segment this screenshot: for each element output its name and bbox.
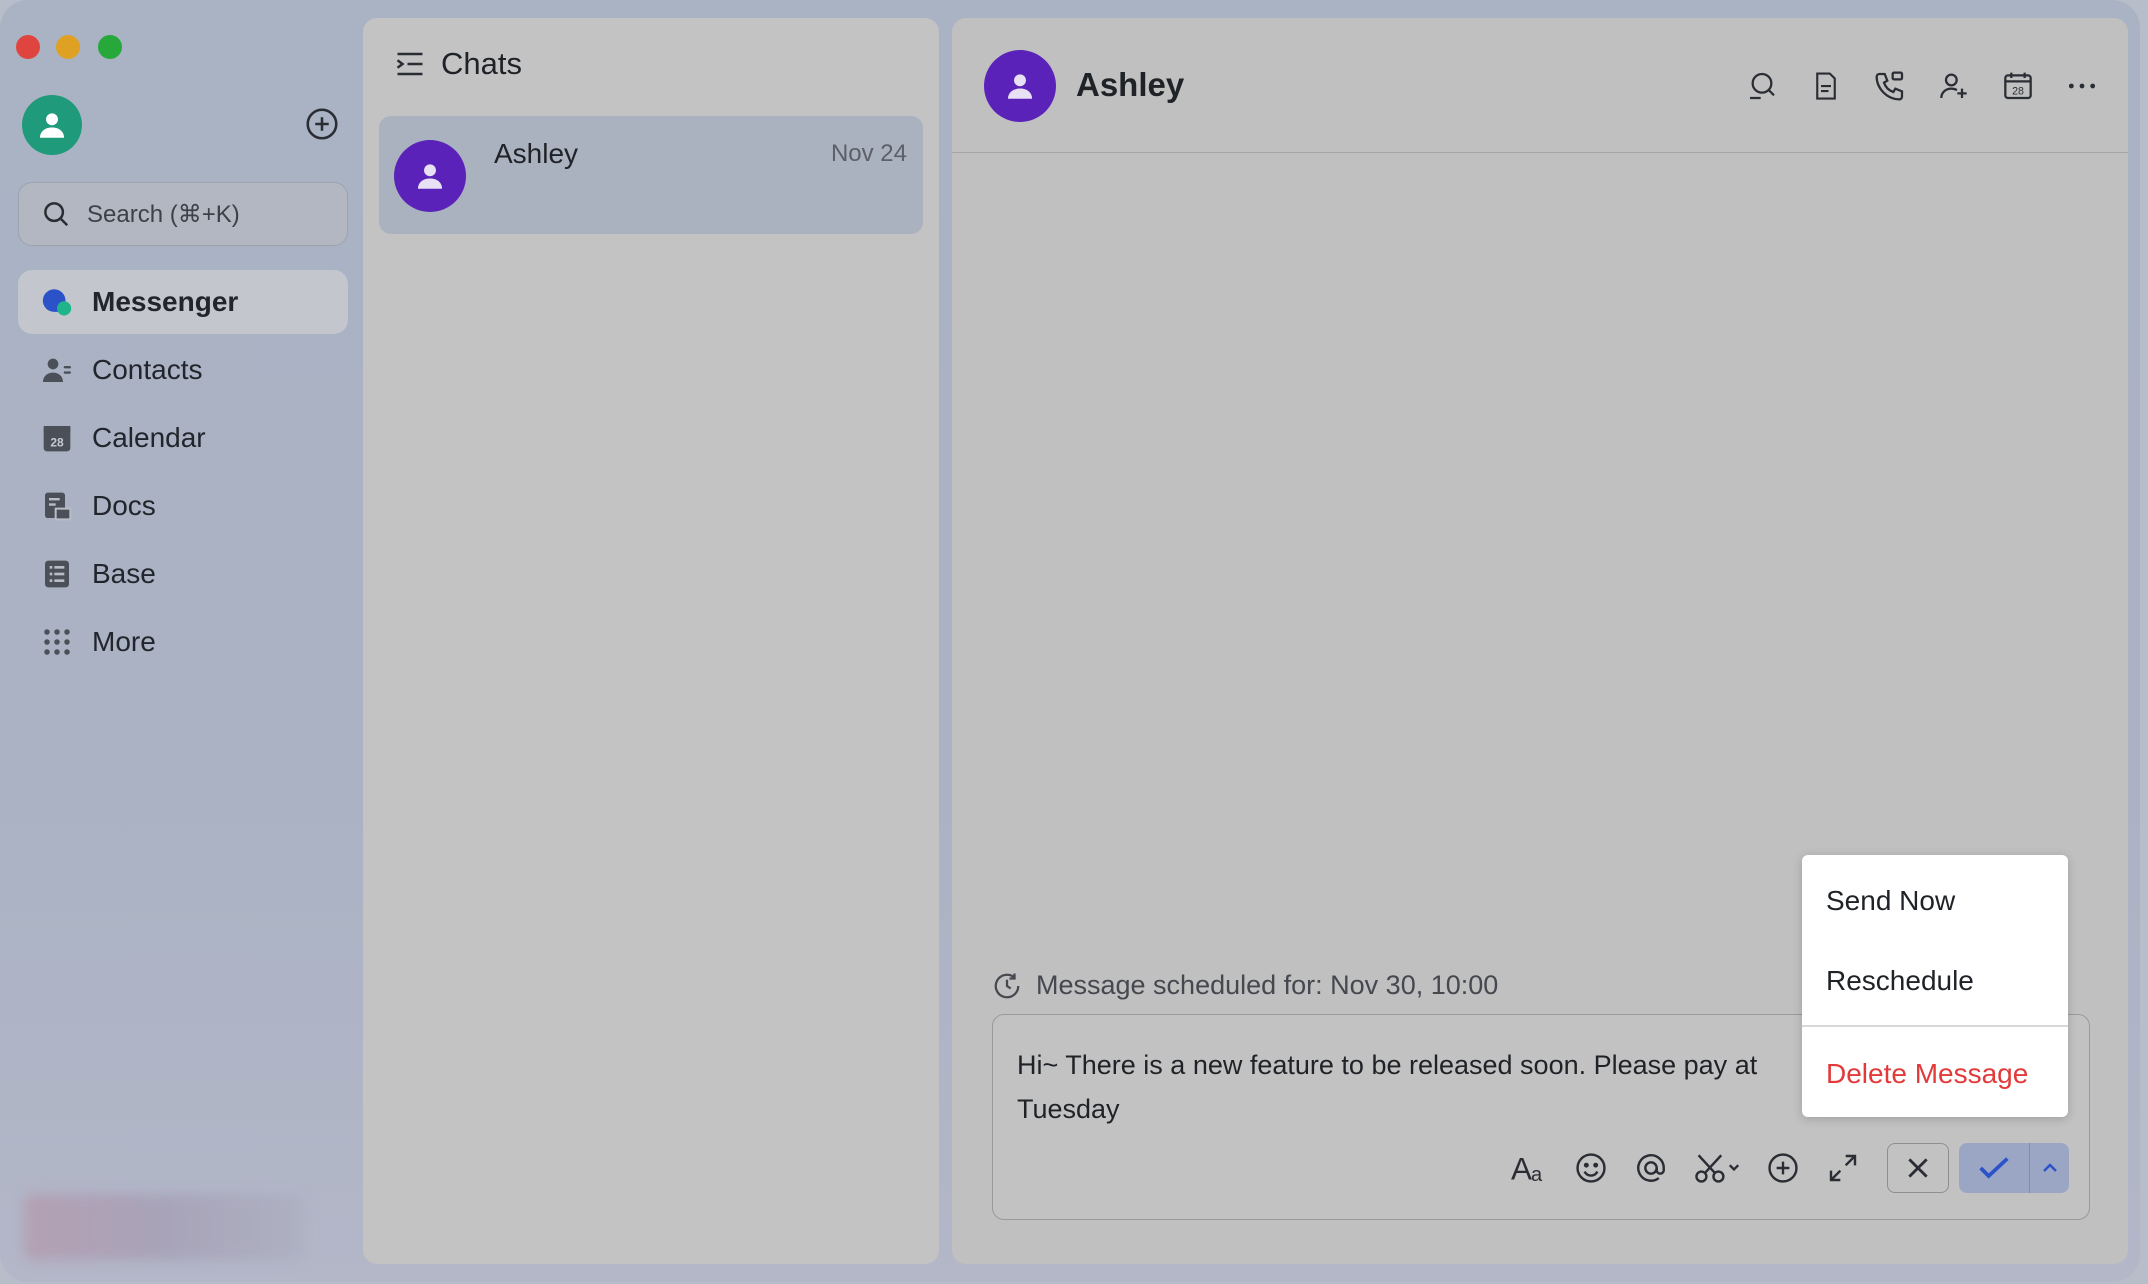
mention-icon[interactable] [1631, 1148, 1671, 1188]
scheduled-message-menu: Send Now Reschedule Delete Message [1802, 855, 2068, 1117]
contacts-icon [40, 353, 74, 387]
more-options-icon[interactable] [2064, 68, 2100, 104]
svg-text:28: 28 [2012, 86, 2024, 98]
minimize-window-button[interactable] [56, 35, 80, 59]
sidebar-item-label: Docs [92, 490, 156, 521]
phone-call-icon[interactable] [1872, 68, 1908, 104]
base-icon [40, 557, 74, 591]
svg-text:A: A [1511, 1151, 1532, 1186]
cancel-edit-button[interactable] [1887, 1143, 1949, 1193]
messenger-icon [40, 285, 74, 319]
svg-text:a: a [1531, 1164, 1543, 1186]
chat-list-title: Chats [441, 46, 522, 81]
sidebar-nav: Messenger Contacts 28 Calendar Docs Base [18, 270, 348, 678]
calendar-icon[interactable]: 28 [2000, 68, 2036, 104]
user-avatar[interactable] [22, 95, 82, 155]
screenshot-scissors-icon[interactable] [1691, 1148, 1743, 1188]
person-icon [1007, 74, 1033, 99]
docs-icon [40, 489, 74, 523]
menu-item-send-now[interactable]: Send Now [1826, 885, 1955, 917]
emoji-icon[interactable] [1571, 1148, 1611, 1188]
composer-toolbar: Aa [1511, 1143, 2069, 1193]
draft-line: Tuesday [1017, 1094, 1120, 1124]
sidebar-item-calendar[interactable]: 28 Calendar [18, 406, 348, 470]
conversation-header: Ashley 28 [952, 18, 2128, 153]
collapse-list-icon[interactable] [395, 50, 425, 78]
check-icon [1979, 1157, 2009, 1179]
send-options-dropdown[interactable] [2030, 1143, 2069, 1193]
search-placeholder: Search (⌘+K) [87, 200, 240, 228]
text-format-icon[interactable]: Aa [1511, 1148, 1551, 1188]
zoom-window-button[interactable] [98, 35, 122, 59]
sidebar-item-messenger[interactable]: Messenger [18, 270, 348, 334]
search-box[interactable]: Search (⌘+K) [18, 182, 348, 246]
contact-name: Ashley [1076, 66, 1185, 103]
document-icon[interactable] [1808, 68, 1844, 104]
menu-item-reschedule[interactable]: Reschedule [1826, 965, 1974, 997]
search-chat-icon[interactable] [1744, 68, 1780, 104]
sidebar-item-label: Base [92, 558, 156, 589]
menu-divider [1802, 1025, 2068, 1027]
expand-icon[interactable] [1823, 1148, 1863, 1188]
svg-text:28: 28 [50, 436, 64, 450]
add-button[interactable] [304, 106, 340, 142]
chat-list-panel: Chats Ashley Nov 24 [363, 18, 939, 1264]
draft-message[interactable]: Hi~ There is a new feature to be release… [1017, 1043, 1817, 1131]
person-icon [39, 113, 65, 138]
plus-circle-icon[interactable] [1763, 1148, 1803, 1188]
scheduled-message-notice: Message scheduled for: Nov 30, 10:00 [992, 970, 1498, 1001]
draft-line: Hi~ There is a new feature to be release… [1017, 1050, 1758, 1080]
chat-date: Nov 24 [830, 140, 907, 167]
avatar[interactable] [984, 50, 1056, 122]
header-toolbar: 28 [1716, 68, 2100, 104]
confirm-edit-button[interactable] [1959, 1143, 2030, 1193]
blurred-profile-area [24, 1194, 306, 1260]
sidebar-item-docs[interactable]: Docs [18, 474, 348, 538]
sidebar-item-label: Calendar [92, 422, 206, 453]
avatar [394, 140, 466, 212]
chat-list-item[interactable]: Ashley Nov 24 [379, 116, 923, 234]
menu-item-delete-message[interactable]: Delete Message [1826, 1058, 2028, 1090]
add-member-icon[interactable] [1936, 68, 1972, 104]
sidebar-item-label: More [92, 626, 156, 657]
chevron-up-icon [2042, 1163, 2057, 1172]
plus-circle-icon [306, 108, 338, 140]
app-window: Search (⌘+K) Messenger Contacts 28 Calen… [0, 0, 2140, 1282]
confirm-button-group [1959, 1143, 2069, 1193]
chat-name: Ashley [494, 138, 579, 169]
search-icon [44, 202, 69, 227]
sidebar-item-label: Contacts [92, 354, 203, 385]
grid-icon [40, 625, 74, 659]
close-window-button[interactable] [16, 35, 40, 59]
sidebar-item-contacts[interactable]: Contacts [18, 338, 348, 402]
chat-list-header: Chats [395, 46, 522, 82]
sidebar-item-label: Messenger [92, 286, 239, 317]
person-icon [417, 164, 443, 189]
sidebar-item-more[interactable]: More [18, 610, 348, 674]
scheduled-text: Message scheduled for: Nov 30, 10:00 [1036, 970, 1499, 1000]
sidebar-item-base[interactable]: Base [18, 542, 348, 606]
calendar-icon: 28 [40, 421, 74, 455]
clock-icon [994, 973, 1020, 998]
close-icon [1908, 1158, 1928, 1178]
